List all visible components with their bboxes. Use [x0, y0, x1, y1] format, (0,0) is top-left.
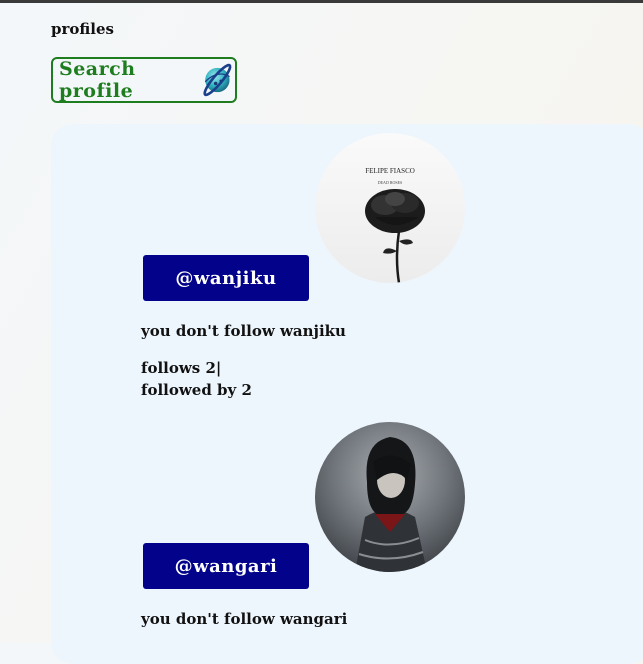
anime-character-image: [315, 422, 465, 572]
profile-handle-button-wangari[interactable]: @wangari: [143, 543, 309, 589]
profile-avatar-wangari[interactable]: [315, 422, 465, 572]
top-border: [0, 0, 643, 3]
followed-by-count: followed by 2: [141, 381, 252, 399]
follows-count: follows 2|: [141, 359, 222, 377]
rose-album-image: FELIPE FIASCO DEAD ROSES: [315, 133, 465, 283]
profile-handle-button-wanjiku[interactable]: @wanjiku: [143, 255, 309, 301]
planet-icon: [203, 63, 232, 97]
search-profile-label: Search profile: [59, 58, 136, 102]
avatar-subcaption: DEAD ROSES: [378, 180, 403, 185]
profile-handle-label: @wangari: [174, 555, 278, 577]
page-title: profiles: [51, 20, 114, 38]
profile-handle-label: @wanjiku: [175, 267, 277, 289]
profile-avatar-wanjiku[interactable]: FELIPE FIASCO DEAD ROSES: [315, 133, 465, 283]
search-profile-button[interactable]: Search profile: [51, 57, 237, 103]
avatar-caption: FELIPE FIASCO: [365, 167, 415, 175]
follow-status: you don't follow wanjiku: [141, 322, 346, 340]
follow-status: you don't follow wangari: [141, 610, 348, 628]
follow-counts: follows 2| followed by 2: [141, 357, 252, 401]
